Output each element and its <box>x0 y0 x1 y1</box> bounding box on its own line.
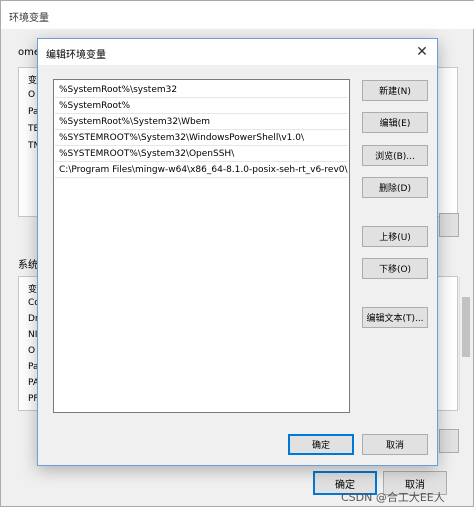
env-vars-titlebar: 环境变量 <box>1 1 474 29</box>
system-vars-label: 系统 <box>18 260 38 271</box>
list-item[interactable]: O <box>28 90 35 100</box>
dialog-titlebar: 编辑环境变量 ✕ <box>38 39 437 65</box>
list-item[interactable]: NI <box>28 330 37 340</box>
path-item[interactable]: C:\Program Files\mingw-w64\x86_64-8.1.0-… <box>55 162 348 178</box>
list-item[interactable]: O <box>28 346 35 356</box>
path-item[interactable]: %SystemRoot%\System32\Wbem <box>55 114 348 130</box>
list-item[interactable]: 变 <box>28 282 37 295</box>
watermark: CSDN @合工大EE人 <box>341 491 445 504</box>
ok-button[interactable]: 确定 <box>288 434 354 455</box>
path-item[interactable]: %SystemRoot%\system32 <box>55 82 348 98</box>
browse-button[interactable]: 浏览(B)... <box>362 145 428 166</box>
list-item[interactable]: 变 <box>28 73 37 86</box>
path-list[interactable]: %SystemRoot%\system32 %SystemRoot% %Syst… <box>53 79 350 413</box>
path-item[interactable]: %SYSTEMROOT%\System32\WindowsPowerShell\… <box>55 130 348 146</box>
edit-button[interactable]: 编辑(E) <box>362 112 428 133</box>
scrollbar-thumb[interactable] <box>462 297 470 357</box>
path-item[interactable]: %SystemRoot% <box>55 98 348 114</box>
path-item[interactable]: %SYSTEMROOT%\System32\OpenSSH\ <box>55 146 348 162</box>
move-up-button[interactable]: 上移(U) <box>362 226 428 247</box>
edit-env-var-dialog: 编辑环境变量 ✕ %SystemRoot%\system32 %SystemRo… <box>37 38 438 466</box>
dialog-title: 编辑环境变量 <box>46 50 106 61</box>
close-icon[interactable]: ✕ <box>413 43 431 61</box>
system-vars-button-partial[interactable] <box>439 429 459 453</box>
system-vars-scrollbar[interactable] <box>459 277 471 410</box>
delete-button[interactable]: 删除(D) <box>362 177 428 198</box>
move-down-button[interactable]: 下移(O) <box>362 258 428 279</box>
cancel-button[interactable]: 取消 <box>362 434 428 455</box>
edit-text-button[interactable]: 编辑文本(T)... <box>362 307 428 328</box>
new-button[interactable]: 新建(N) <box>362 80 428 101</box>
env-vars-title: 环境变量 <box>9 13 49 24</box>
user-vars-button-partial[interactable] <box>439 213 459 237</box>
